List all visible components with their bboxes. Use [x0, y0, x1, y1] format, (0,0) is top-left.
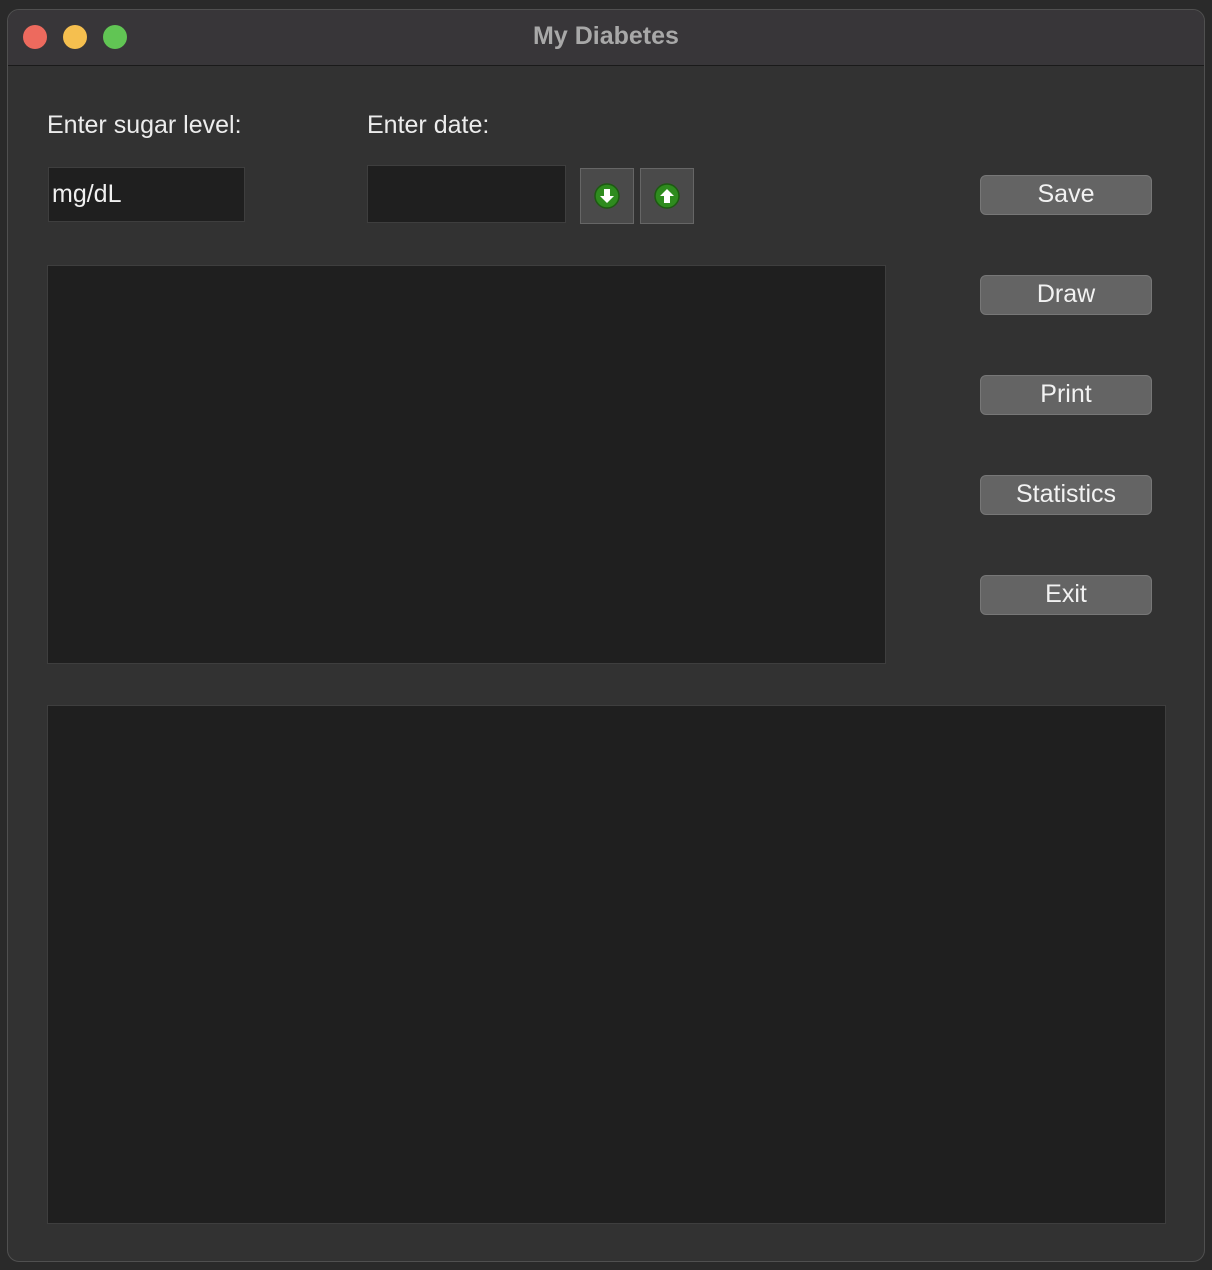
window-title: My Diabetes	[533, 22, 679, 50]
exit-button[interactable]: Exit	[980, 575, 1152, 615]
sugar-level-input[interactable]	[48, 167, 245, 222]
statistics-button[interactable]: Statistics	[980, 475, 1152, 515]
output-text-area[interactable]	[47, 705, 1166, 1224]
sugar-level-label: Enter sugar level:	[47, 111, 242, 139]
date-input[interactable]	[367, 165, 566, 223]
arrow-down-icon	[594, 183, 620, 209]
title-bar: My Diabetes	[8, 10, 1204, 66]
print-button[interactable]: Print	[980, 375, 1152, 415]
date-label: Enter date:	[367, 111, 490, 139]
app-window: My Diabetes Enter sugar level: Enter dat…	[7, 9, 1205, 1262]
decrement-date-button[interactable]	[580, 168, 634, 224]
save-button[interactable]: Save	[980, 175, 1152, 215]
arrow-up-icon	[654, 183, 680, 209]
chart-canvas[interactable]	[47, 265, 886, 664]
increment-date-button[interactable]	[640, 168, 694, 224]
draw-button[interactable]: Draw	[980, 275, 1152, 315]
